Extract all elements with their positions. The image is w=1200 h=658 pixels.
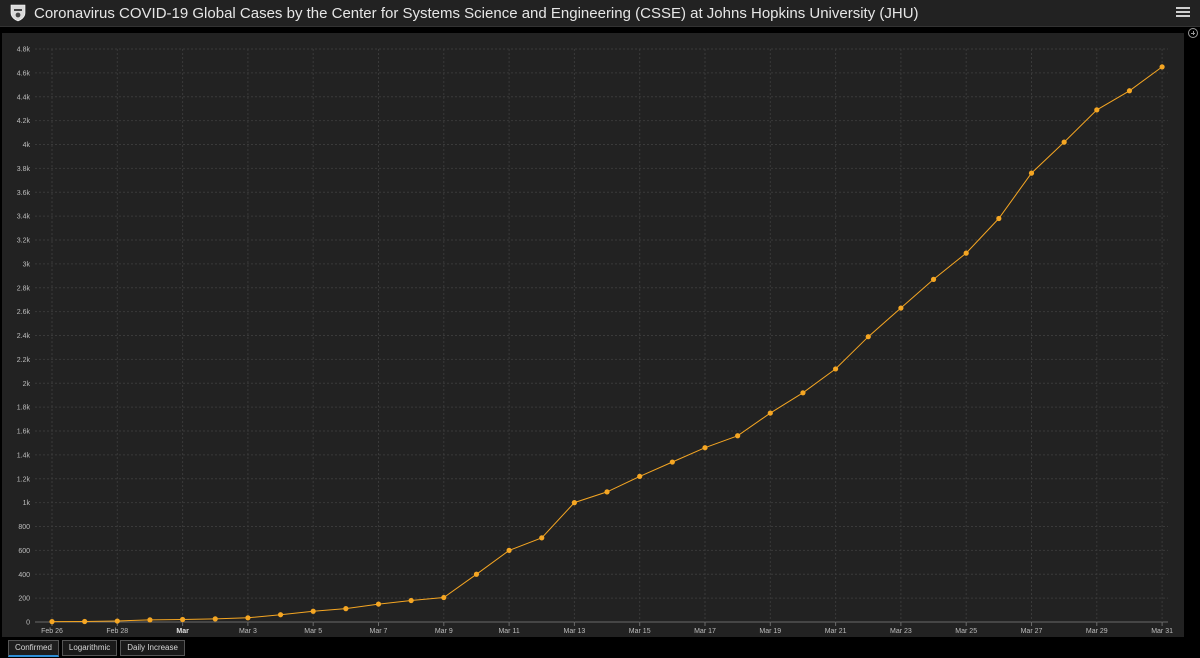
x-tick-label: Mar 23 [890, 628, 912, 635]
x-tick-label: Mar 21 [825, 628, 847, 635]
y-tick-label: 2.6k [17, 309, 31, 316]
data-point[interactable] [1094, 107, 1100, 113]
x-tick-label: Mar 3 [239, 628, 257, 635]
grid-lines [35, 48, 1168, 626]
x-tick-label: Mar 25 [955, 628, 977, 635]
data-point[interactable] [506, 547, 512, 553]
data-point[interactable] [865, 334, 871, 340]
data-point[interactable] [539, 535, 545, 541]
data-point[interactable] [669, 459, 675, 465]
data-point[interactable] [1061, 139, 1067, 145]
y-tick-label: 200 [18, 596, 30, 603]
view-tabs: Confirmed Logarithmic Daily Increase [8, 640, 185, 657]
data-point[interactable] [343, 606, 349, 612]
x-tick-label: Mar 17 [694, 628, 716, 635]
series-line [51, 66, 1163, 623]
tab-confirmed[interactable]: Confirmed [8, 640, 59, 657]
y-tick-label: 2k [23, 381, 31, 388]
y-tick-label: 3k [23, 261, 31, 268]
data-point[interactable] [441, 594, 447, 601]
series-points [49, 64, 1165, 625]
y-tick-label: 4k [23, 142, 31, 149]
data-point[interactable] [147, 617, 153, 623]
y-tick-label: 1.6k [17, 429, 31, 436]
y-tick-label: 1.2k [17, 476, 31, 483]
data-point[interactable] [1126, 88, 1133, 94]
y-tick-label: 2.4k [17, 333, 31, 340]
y-tick-label: 0 [26, 620, 30, 627]
data-point[interactable] [375, 601, 382, 607]
x-tick-label: Feb 26 [41, 628, 63, 635]
tab-logarithmic[interactable]: Logarithmic [61, 640, 118, 656]
data-point[interactable] [310, 608, 316, 614]
y-tick-label: 4.8k [17, 47, 31, 54]
data-point[interactable] [1028, 170, 1035, 176]
data-point[interactable] [277, 612, 284, 618]
data-point[interactable] [963, 250, 969, 256]
y-tick-label: 4.6k [17, 70, 31, 77]
x-tick-label: Mar 11 [498, 628, 519, 635]
x-tick-label: Mar 27 [1021, 628, 1043, 635]
tab-daily-increase[interactable]: Daily Increase [120, 640, 185, 656]
y-tick-label: 800 [18, 524, 30, 531]
y-tick-label: 2.8k [17, 285, 31, 292]
x-tick-label: Mar 29 [1086, 628, 1108, 635]
data-point[interactable] [898, 305, 904, 311]
x-tick-label: Mar 5 [304, 628, 322, 635]
confirmed-cases-chart: 0 200 400 600 800 1k 1.2k 1.4k 1.6k 1.8k 2k 2.2k 2.4… [17, 47, 1173, 636]
x-tick-label: Feb 28 [106, 628, 128, 635]
y-tick-label: 2.2k [17, 357, 31, 364]
data-point[interactable] [735, 433, 741, 439]
data-point[interactable] [800, 390, 806, 396]
y-axis-labels: 0 200 400 600 800 1k 1.2k 1.4k 1.6k 1.8k 2k 2.2k 2.4… [17, 47, 31, 627]
data-point[interactable] [180, 616, 186, 623]
y-tick-label: 600 [18, 548, 30, 555]
y-tick-label: 1.4k [17, 452, 31, 459]
x-tick-label: Mar 15 [629, 628, 651, 635]
data-point[interactable] [702, 445, 708, 451]
data-point[interactable] [1159, 64, 1165, 70]
data-point[interactable] [82, 618, 88, 625]
data-point[interactable] [833, 366, 839, 372]
x-tick-label: Mar 13 [564, 628, 586, 635]
y-tick-label: 3.2k [17, 238, 31, 245]
x-axis-labels: Feb 26 Feb 28 Mar Mar 3 Mar 5 Mar 7 Mar 9 Mar 1… [41, 628, 1173, 635]
x-tick-label: Mar 31 [1151, 628, 1173, 635]
y-tick-label: 3.6k [17, 190, 31, 197]
data-point[interactable] [996, 215, 1002, 222]
y-tick-label: 400 [18, 572, 30, 579]
x-tick-label: Mar 9 [435, 628, 453, 635]
y-tick-label: 4.4k [17, 94, 31, 101]
data-point[interactable] [604, 489, 610, 495]
y-tick-label: 4.2k [17, 118, 31, 125]
data-point[interactable] [212, 616, 218, 622]
y-tick-label: 3.4k [17, 214, 31, 221]
x-tick-label: Mar [176, 628, 189, 635]
data-point[interactable] [930, 276, 937, 282]
data-point[interactable] [408, 597, 414, 604]
data-point[interactable] [473, 571, 480, 577]
data-point[interactable] [637, 473, 643, 479]
x-tick-label: Mar 7 [370, 628, 388, 635]
data-point[interactable] [49, 619, 55, 625]
data-point[interactable] [114, 618, 120, 624]
data-point[interactable] [571, 500, 578, 506]
data-point[interactable] [245, 615, 251, 621]
data-point[interactable] [767, 410, 773, 416]
x-tick-label: Mar 19 [759, 628, 781, 635]
y-tick-label: 3.8k [17, 166, 31, 173]
y-tick-label: 1.8k [17, 405, 31, 412]
y-tick-label: 1k [23, 500, 31, 507]
